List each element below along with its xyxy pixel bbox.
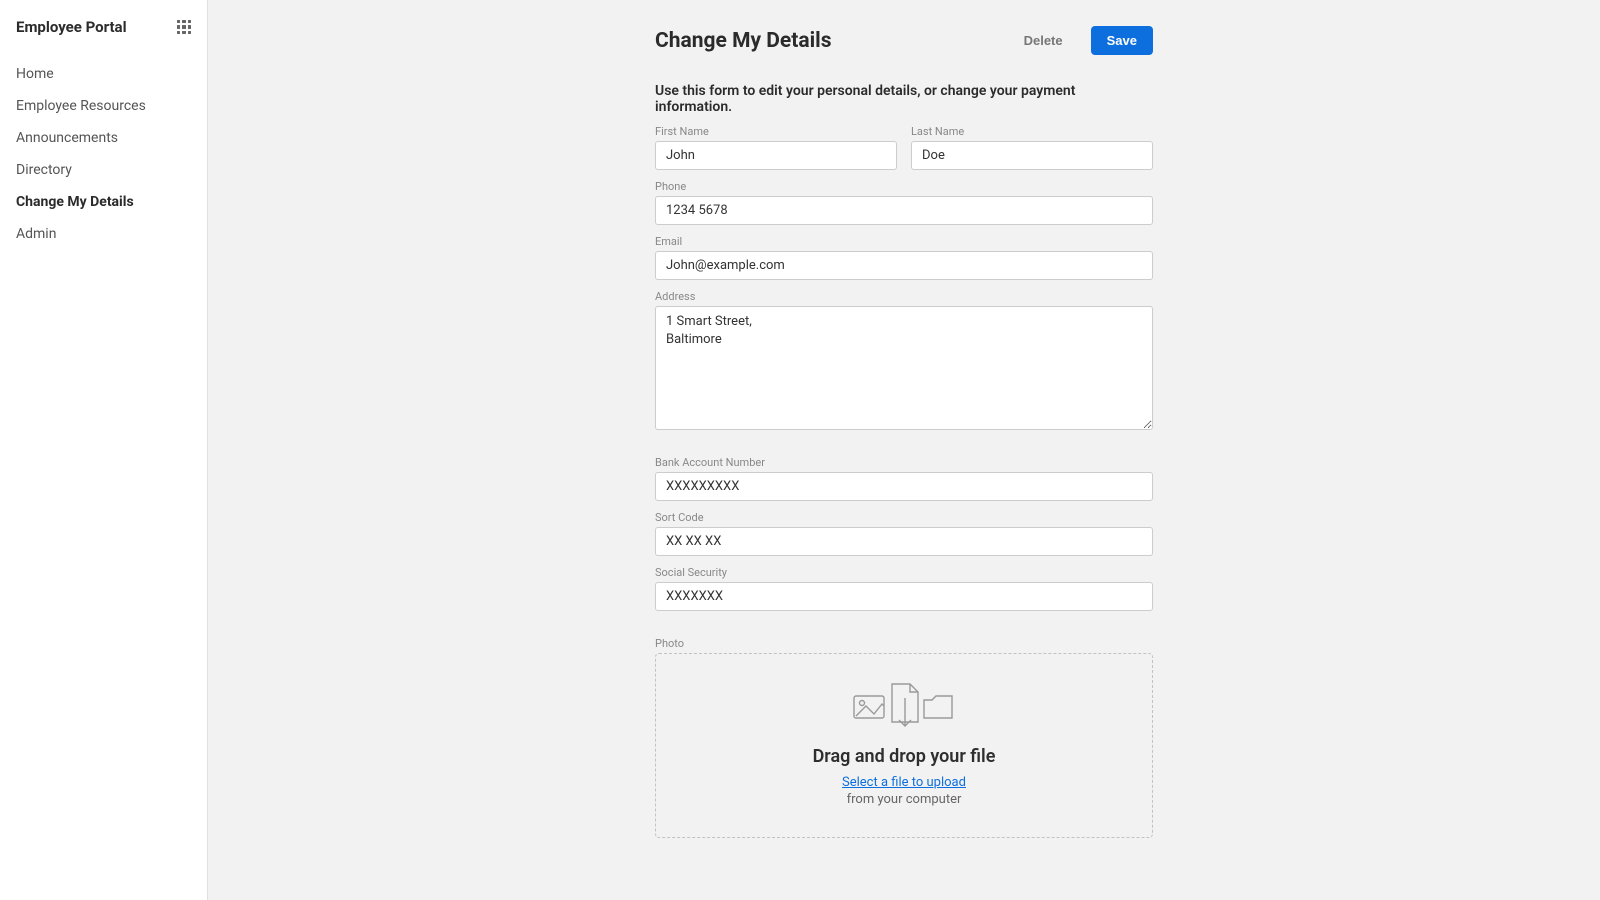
nav-item-change-my-details[interactable]: Change My Details (16, 186, 191, 218)
email-input[interactable] (655, 251, 1153, 280)
sort-code-label: Sort Code (655, 511, 1153, 524)
nav-item-home[interactable]: Home (16, 58, 191, 90)
last-name-input[interactable] (911, 141, 1153, 170)
main-content: Change My Details Delete Save Use this f… (208, 0, 1600, 900)
nav-item-employee-resources[interactable]: Employee Resources (16, 90, 191, 122)
dropzone-subtext: from your computer (676, 792, 1132, 807)
phone-input[interactable] (655, 196, 1153, 225)
page-header: Change My Details Delete Save (655, 26, 1153, 55)
sort-code-input[interactable] (655, 527, 1153, 556)
sidebar-nav: Home Employee Resources Announcements Di… (16, 58, 191, 250)
nav-item-directory[interactable]: Directory (16, 154, 191, 186)
page-title: Change My Details (655, 29, 831, 53)
dropzone-title: Drag and drop your file (676, 746, 1132, 767)
sidebar: Employee Portal Home Employee Resources … (0, 0, 208, 900)
sidebar-header: Employee Portal (16, 18, 191, 36)
nav-item-announcements[interactable]: Announcements (16, 122, 191, 154)
photo-dropzone[interactable]: Drag and drop your file Select a file to… (655, 653, 1153, 838)
nav-item-admin[interactable]: Admin (16, 218, 191, 250)
delete-button[interactable]: Delete (1008, 26, 1079, 55)
sidebar-title: Employee Portal (16, 18, 127, 36)
header-actions: Delete Save (1008, 26, 1153, 55)
email-label: Email (655, 235, 1153, 248)
phone-label: Phone (655, 180, 1153, 193)
first-name-label: First Name (655, 125, 897, 138)
dropzone-icons (676, 678, 1132, 730)
social-security-input[interactable] (655, 582, 1153, 611)
dropzone-select-link[interactable]: Select a file to upload (842, 775, 966, 790)
bank-account-input[interactable] (655, 472, 1153, 501)
photo-label: Photo (655, 637, 1153, 650)
form-description: Use this form to edit your personal deta… (655, 83, 1153, 115)
upload-illustration-icon (852, 678, 956, 730)
social-security-label: Social Security (655, 566, 1153, 579)
bank-account-label: Bank Account Number (655, 456, 1153, 469)
last-name-label: Last Name (911, 125, 1153, 138)
address-label: Address (655, 290, 1153, 303)
apps-grid-icon[interactable] (177, 20, 191, 34)
address-input[interactable] (655, 306, 1153, 430)
save-button[interactable]: Save (1091, 26, 1153, 55)
first-name-input[interactable] (655, 141, 897, 170)
